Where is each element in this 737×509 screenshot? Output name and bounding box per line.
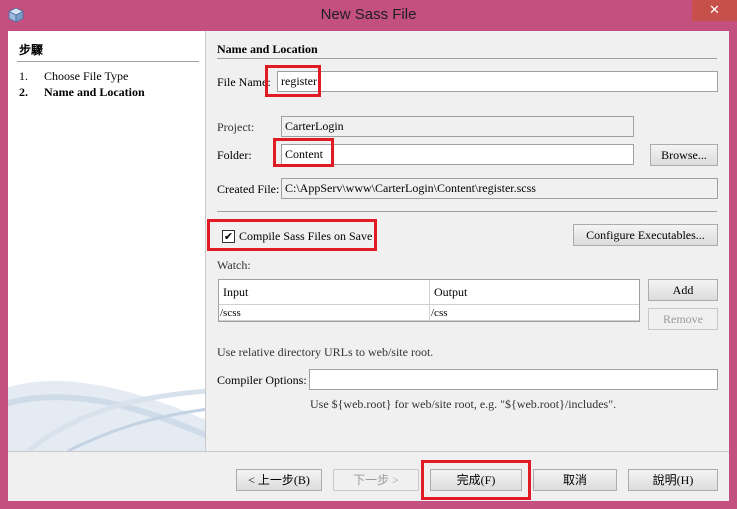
table-header-input[interactable]: Input [219,280,429,305]
title-bar[interactable]: New Sass File ✕ [0,0,737,30]
add-button[interactable]: Add [648,279,718,301]
section-title: Name and Location [217,42,318,56]
finish-button[interactable]: 完成(F) [430,469,522,491]
folder-label: Folder: [217,148,252,162]
browse-button[interactable]: Browse... [650,144,718,166]
step-label: Choose File Type [44,69,129,83]
table-cell-output[interactable]: /css [430,305,639,321]
watch-label: Watch: [217,258,251,272]
section-divider [217,211,717,212]
steps-panel: 步驟 1. Choose File Type 2. Name and Locatio… [8,31,206,451]
step-item-current: 2. Name and Location [19,85,145,100]
button-bar: < 上一步(B) 下一步 > 完成(F) 取消 說明(H) [8,452,729,501]
step-number: 2. [19,85,28,99]
relative-url-hint: Use relative directory URLs to web/site … [217,345,434,359]
dialog-window: New Sass File ✕ 步驟 1. Choose File Type 2.… [0,0,737,509]
step-item: 1. Choose File Type [19,69,128,84]
compile-label[interactable]: Compile Sass Files on Save [239,229,372,244]
window-title: New Sass File [320,6,417,23]
steps-divider [17,61,199,62]
created-file-field: C:\AppServ\www\CarterLogin\Content\regis… [281,178,718,199]
table-column-divider [429,280,430,321]
watch-table[interactable]: Input Output /scss /css [218,279,640,322]
compiler-options-input[interactable] [309,369,718,390]
compile-checkbox[interactable]: ✔ [222,230,235,243]
help-button[interactable]: 說明(H) [628,469,718,491]
folder-input[interactable]: Content [281,144,634,165]
section-divider [217,58,717,59]
step-number: 1. [19,69,28,83]
file-name-input[interactable]: register [277,71,718,92]
dialog-body: 步驟 1. Choose File Type 2. Name and Locatio… [8,31,729,501]
file-name-label: File Name: [217,75,271,89]
steps-title: 步驟 [19,43,44,57]
project-label: Project: [217,120,255,134]
configure-executables-button[interactable]: Configure Executables... [573,224,718,246]
step-label: Name and Location [44,85,145,99]
next-button[interactable]: 下一步 > [333,469,419,491]
compiler-options-hint: Use ${web.root} for web/site root, e.g. … [310,397,617,411]
project-field: CarterLogin [281,116,634,137]
close-button[interactable]: ✕ [692,0,737,21]
cancel-button[interactable]: 取消 [533,469,617,491]
table-cell-input[interactable]: /scss [219,305,429,321]
remove-button[interactable]: Remove [648,308,718,330]
created-file-label: Created File: [217,182,280,196]
compiler-options-label: Compiler Options: [217,373,307,387]
back-button[interactable]: < 上一步(B) [236,469,322,491]
form-panel: Name and Location File Name: register Pr… [207,31,729,451]
table-header-output[interactable]: Output [430,280,639,305]
wizard-decoration-image [8,381,205,451]
